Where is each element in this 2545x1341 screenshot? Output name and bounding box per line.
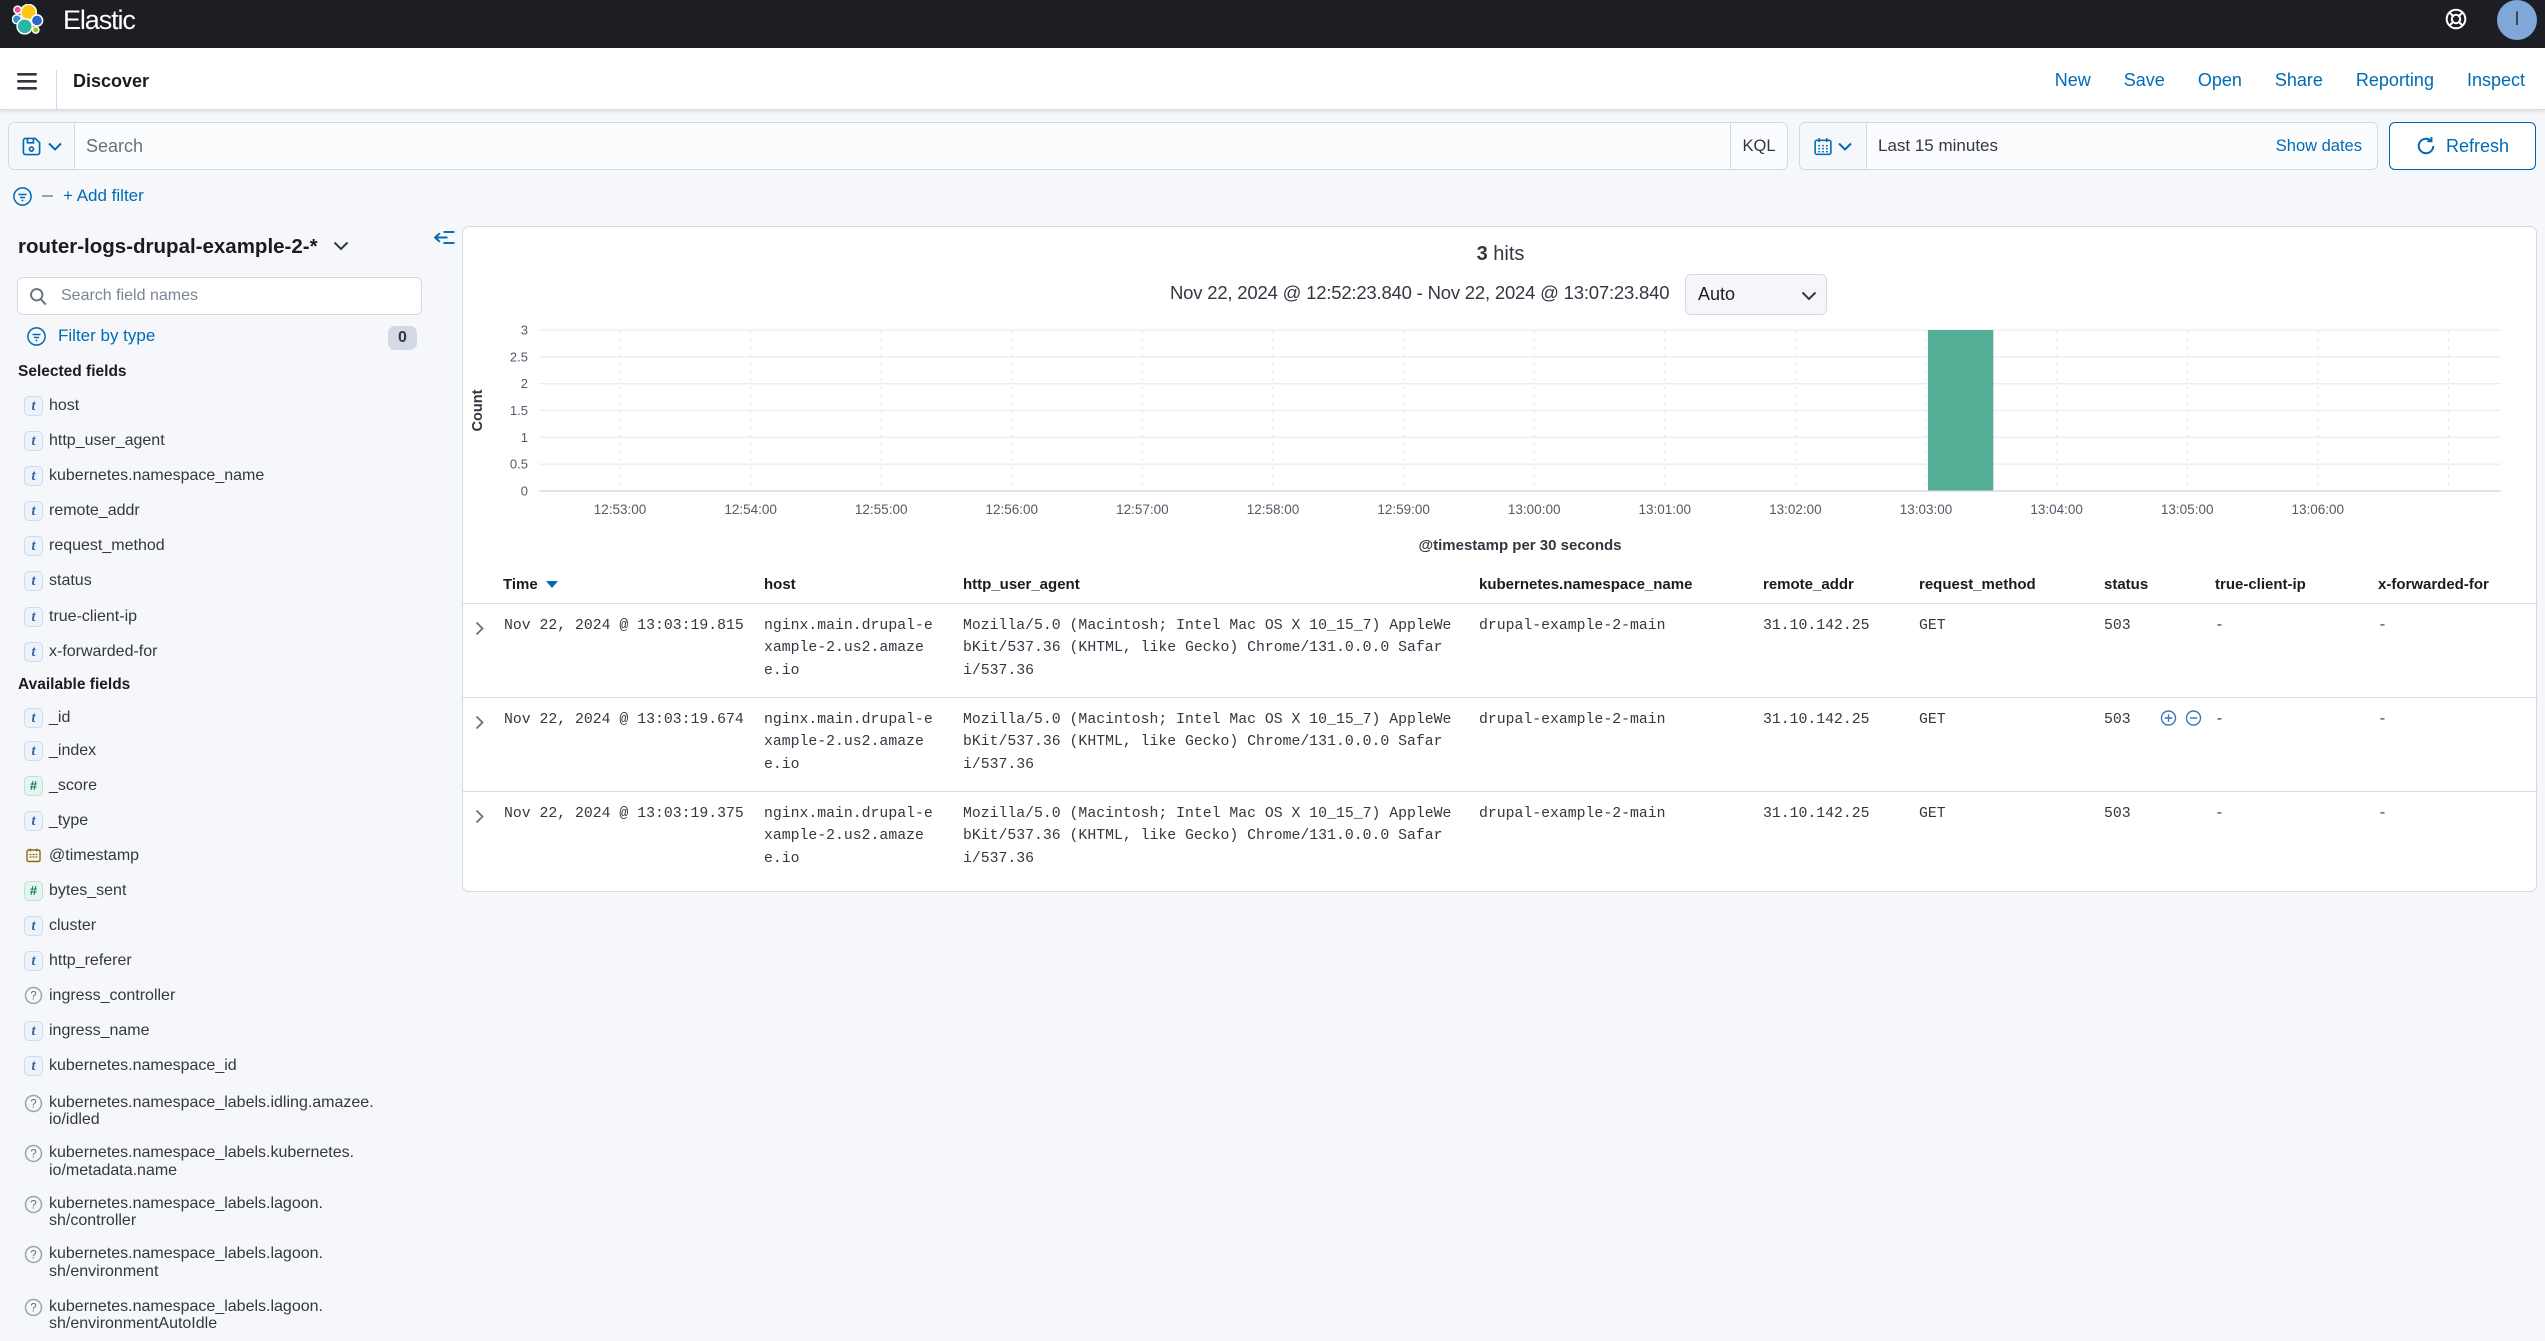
svg-text:12:54:00: 12:54:00 — [724, 502, 777, 517]
svg-text:12:53:00: 12:53:00 — [594, 502, 647, 517]
svg-text:?: ? — [30, 990, 36, 1002]
svg-text:13:03:00: 13:03:00 — [1900, 502, 1953, 517]
svg-text:1.5: 1.5 — [510, 403, 528, 418]
svg-text:?: ? — [30, 1199, 36, 1211]
svg-text:2: 2 — [521, 376, 528, 391]
svg-text:12:56:00: 12:56:00 — [986, 502, 1039, 517]
svg-text:?: ? — [30, 1148, 36, 1160]
svg-text:0: 0 — [521, 484, 528, 499]
svg-text:12:55:00: 12:55:00 — [855, 502, 908, 517]
svg-text:13:06:00: 13:06:00 — [2292, 502, 2345, 517]
svg-text:12:58:00: 12:58:00 — [1247, 502, 1300, 517]
svg-text:13:04:00: 13:04:00 — [2030, 502, 2083, 517]
svg-text:13:02:00: 13:02:00 — [1769, 502, 1822, 517]
svg-text:Count: Count — [470, 389, 486, 431]
svg-text:13:00:00: 13:00:00 — [1508, 502, 1561, 517]
svg-text:?: ? — [30, 1249, 36, 1261]
svg-text:12:57:00: 12:57:00 — [1116, 502, 1169, 517]
svg-text:12:59:00: 12:59:00 — [1377, 502, 1430, 517]
svg-text:13:05:00: 13:05:00 — [2161, 502, 2214, 517]
svg-text:3: 3 — [521, 323, 528, 338]
svg-text:?: ? — [30, 1302, 36, 1314]
svg-text:1: 1 — [521, 430, 528, 445]
svg-text:?: ? — [30, 1098, 36, 1110]
svg-text:13:01:00: 13:01:00 — [1639, 502, 1692, 517]
svg-text:0.5: 0.5 — [510, 457, 528, 472]
svg-text:2.5: 2.5 — [510, 349, 528, 364]
